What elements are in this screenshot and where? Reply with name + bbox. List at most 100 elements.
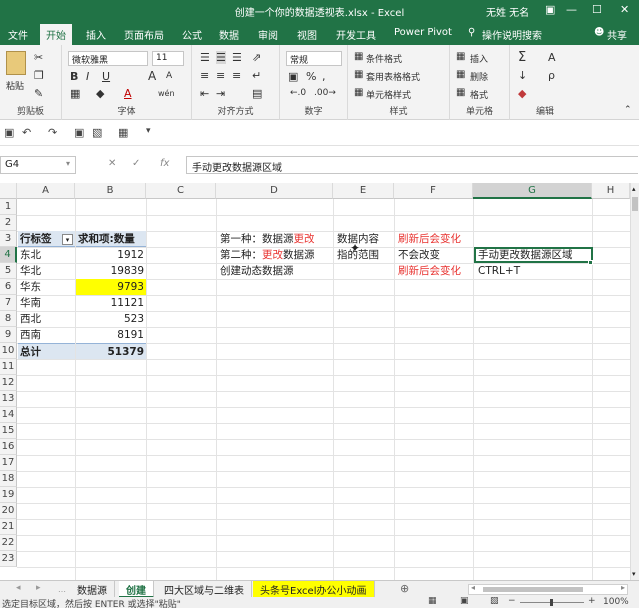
row-header-16[interactable]: 16	[0, 439, 17, 455]
pivot-value-header[interactable]: 求和项:数量	[76, 231, 146, 247]
row-header-19[interactable]: 19	[0, 487, 17, 503]
column-header-c[interactable]: C	[146, 183, 216, 199]
decrease-indent-icon[interactable]: ⇤	[200, 87, 209, 100]
note-dynamic-source[interactable]: 创建动态数据源	[218, 263, 296, 279]
user-name[interactable]: 无姓 无名	[486, 4, 529, 19]
sheet-tab-data-source[interactable]: 数据源	[70, 581, 115, 598]
collapse-ribbon-icon[interactable]: ⌃	[624, 105, 632, 115]
decrease-decimal-icon[interactable]: .00→	[314, 88, 336, 98]
column-header-g[interactable]: G	[473, 183, 592, 199]
scroll-left-icon[interactable]: ◂	[471, 583, 475, 592]
clear-button[interactable]: ◆	[518, 87, 526, 100]
filter-dropdown-icon[interactable]: ▾	[62, 234, 73, 245]
column-header-b[interactable]: B	[75, 183, 146, 199]
camera-icon[interactable]: ▧	[92, 126, 102, 139]
tab-insert[interactable]: 插入	[86, 27, 106, 42]
row-header-6[interactable]: 6	[0, 279, 17, 295]
column-header-a[interactable]: A	[17, 183, 75, 199]
note-refresh-changes[interactable]: 刷新后会变化	[396, 231, 463, 247]
align-right-icon[interactable]: ≡	[232, 69, 241, 82]
shrink-font-button[interactable]: A	[166, 71, 172, 81]
pivot-row-label[interactable]: 西南	[18, 327, 75, 343]
phonetic-button[interactable]: wén	[158, 89, 175, 98]
find-select-button[interactable]: ρ	[548, 69, 555, 82]
fill-handle[interactable]	[588, 260, 593, 265]
worksheet-grid[interactable]: A B C D E F G H 1 2 3 4 5 6 7 8 9 10 11 …	[0, 183, 630, 580]
autosum-button[interactable]: Σ	[518, 50, 526, 65]
pivot-row-value[interactable]: 8191	[76, 327, 146, 343]
formula-input[interactable]: 手动更改数据源区域	[186, 156, 638, 174]
row-header-7[interactable]: 7	[0, 295, 17, 311]
pivot-row-value-highlighted[interactable]: 9793	[76, 279, 146, 295]
row-header-23[interactable]: 23	[0, 551, 17, 567]
pivot-total-value[interactable]: 51379	[76, 343, 146, 359]
print-preview-icon[interactable]: ▣	[74, 126, 84, 139]
sheet-tab-toutiao[interactable]: 头条号Excel办公小动画	[253, 581, 375, 598]
row-header-3[interactable]: 3	[0, 231, 17, 247]
zoom-out-button[interactable]: −	[508, 596, 516, 606]
customize-qat-icon[interactable]: ▾	[146, 126, 151, 136]
pivot-row-label[interactable]: 华东	[18, 279, 75, 295]
vertical-scrollbar[interactable]: ▴ ▾	[630, 183, 639, 580]
format-cells-button[interactable]: 格式	[470, 88, 488, 101]
copy-icon[interactable]: ❐	[34, 69, 44, 82]
scroll-thumb[interactable]	[632, 197, 638, 211]
sheet-more-icon[interactable]: …	[58, 585, 66, 594]
horizontal-scrollbar[interactable]: ◂ ▸	[468, 583, 628, 595]
pivot-row-label[interactable]: 华北	[18, 263, 75, 279]
cell-styles-button[interactable]: 单元格样式	[366, 88, 411, 101]
insert-function-icon[interactable]: fx	[160, 158, 169, 169]
ribbon-display-options-icon[interactable]: ▣	[545, 3, 555, 16]
column-header-d[interactable]: D	[216, 183, 333, 199]
format-as-table-button[interactable]: 套用表格格式	[366, 70, 420, 83]
page-layout-view-icon[interactable]: ▣	[460, 596, 469, 606]
grow-font-button[interactable]: A	[148, 69, 156, 83]
save-icon[interactable]: ▣	[4, 126, 14, 139]
enter-icon[interactable]: ✓	[132, 158, 140, 169]
sort-filter-button[interactable]: A	[548, 51, 556, 64]
row-header-20[interactable]: 20	[0, 503, 17, 519]
row-header-12[interactable]: 12	[0, 375, 17, 391]
row-header-13[interactable]: 13	[0, 391, 17, 407]
underline-button[interactable]: U	[102, 70, 110, 83]
page-break-view-icon[interactable]: ▧	[490, 596, 499, 606]
close-icon[interactable]: ✕	[620, 3, 629, 16]
scroll-up-icon[interactable]: ▴	[632, 185, 636, 193]
fill-down-icon[interactable]: ↓	[518, 69, 527, 82]
sheet-nav-next[interactable]: ▸	[36, 583, 41, 593]
note-shortcut[interactable]: CTRL+T	[476, 263, 522, 279]
tell-me-search[interactable]: 操作说明搜索	[482, 27, 542, 42]
fill-color-icon[interactable]: ◆	[96, 87, 104, 100]
font-size-select[interactable]: 11	[152, 51, 184, 66]
merge-center-icon[interactable]: ▤	[252, 87, 262, 100]
increase-indent-icon[interactable]: ⇥	[216, 87, 225, 100]
sheet-tab-four-areas[interactable]: 四大区域与二维表	[157, 581, 252, 598]
note-no-change[interactable]: 不会改变	[396, 247, 442, 263]
column-header-e[interactable]: E	[333, 183, 394, 199]
zoom-level[interactable]: 100%	[603, 597, 629, 607]
sheet-tab-create[interactable]: 创建	[119, 581, 154, 598]
format-painter-icon[interactable]: ✎	[34, 87, 43, 100]
note-method-one[interactable]: 第一种：数据源更改	[218, 231, 317, 247]
wrap-text-icon[interactable]: ↵	[252, 69, 261, 82]
scroll-right-icon[interactable]: ▸	[621, 583, 625, 592]
orientation-icon[interactable]: ⇗	[252, 51, 261, 64]
row-header-21[interactable]: 21	[0, 519, 17, 535]
number-format-select[interactable]: 常规	[286, 51, 342, 66]
restore-icon[interactable]: ☐	[592, 3, 602, 16]
align-bottom-icon[interactable]: ☰	[232, 51, 242, 64]
pivot-row-value[interactable]: 523	[76, 311, 146, 327]
zoom-slider-thumb[interactable]	[550, 599, 553, 606]
normal-view-icon[interactable]: ▦	[428, 596, 437, 606]
tab-file[interactable]: 文件	[8, 27, 28, 42]
bold-button[interactable]: B	[70, 70, 78, 83]
column-header-f[interactable]: F	[394, 183, 473, 199]
pivot-row-value[interactable]: 11121	[76, 295, 146, 311]
conditional-format-button[interactable]: 条件格式	[366, 52, 402, 65]
name-box-dropdown-icon[interactable]: ▾	[66, 159, 70, 168]
row-header-8[interactable]: 8	[0, 311, 17, 327]
scroll-down-icon[interactable]: ▾	[632, 570, 636, 578]
currency-icon[interactable]: ▣	[288, 70, 298, 83]
row-header-15[interactable]: 15	[0, 423, 17, 439]
cancel-icon[interactable]: ✕	[108, 158, 116, 169]
